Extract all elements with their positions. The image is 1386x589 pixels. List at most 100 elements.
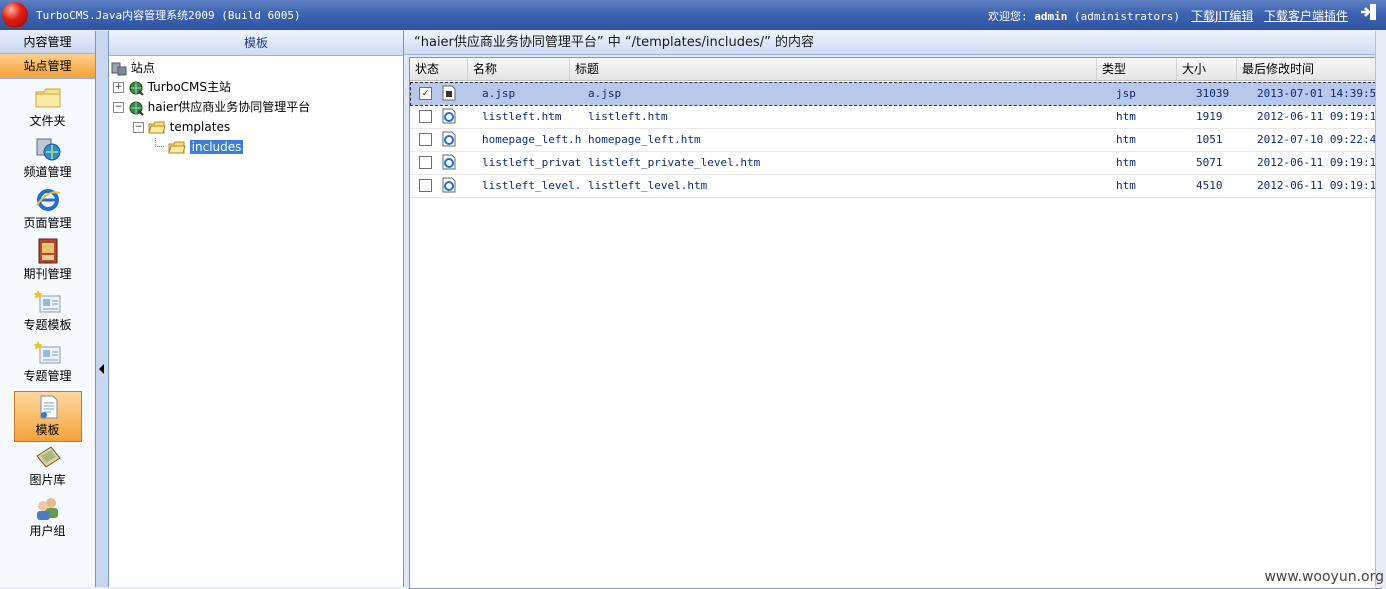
image-library-icon xyxy=(35,446,61,468)
nav-item-page[interactable]: 页面管理 xyxy=(15,187,81,236)
collapse-minus-icon[interactable]: − xyxy=(113,102,124,113)
globe-icon xyxy=(129,81,144,96)
user-group-icon xyxy=(36,498,58,520)
nav-item-channel[interactable]: 频道管理 xyxy=(15,136,81,185)
tree-panel-title: 模板 xyxy=(109,31,403,56)
col-title[interactable]: 标题 xyxy=(570,58,1097,80)
cell-modified: 2012-07-10 09:22:41 xyxy=(1257,133,1381,146)
nav-item-topic-manage[interactable]: 专题管理 xyxy=(15,340,81,389)
vertical-scrollbar[interactable] xyxy=(1375,31,1386,587)
col-status[interactable]: 状态 xyxy=(410,58,468,80)
col-modified[interactable]: 最后修改时间 xyxy=(1237,58,1381,80)
tree-node-templates[interactable]: − templates xyxy=(133,118,230,136)
nav-label: 页面管理 xyxy=(23,216,72,230)
table-row[interactable]: homepage_left.ht homepage_left.htm htm 1… xyxy=(410,128,1381,152)
download-jit-link[interactable]: 下载JIT编辑 xyxy=(1191,7,1253,24)
tree-node-includes[interactable]: includes xyxy=(155,138,244,156)
watermark-text: www.wooyun.org xyxy=(1264,569,1384,585)
cell-type: htm xyxy=(1116,110,1136,123)
cell-modified: 2012-06-11 09:19:12 xyxy=(1257,156,1381,169)
row-checkbox[interactable] xyxy=(419,133,432,146)
server-icon xyxy=(111,62,127,75)
col-name[interactable]: 名称 xyxy=(468,58,570,80)
panel-splitter[interactable] xyxy=(96,31,109,587)
cell-modified: 2012-06-11 09:19:12 xyxy=(1257,110,1381,123)
cell-type: htm xyxy=(1116,156,1136,169)
row-checkbox[interactable] xyxy=(419,156,432,169)
nav-item-image-library[interactable]: 图片库 xyxy=(15,444,81,493)
htm-file-icon xyxy=(442,108,456,124)
cell-name: a.jsp xyxy=(482,87,516,100)
logo-icon xyxy=(2,2,28,28)
globe-icon xyxy=(129,101,144,116)
tab-site-management[interactable]: 站点管理 xyxy=(0,54,95,79)
folder-icon xyxy=(35,88,60,108)
htm-file-icon xyxy=(442,131,456,147)
collapse-arrow-icon[interactable] xyxy=(99,364,104,374)
table-row[interactable]: listleft_level.h listleft_level.htm htm … xyxy=(410,174,1381,198)
nav-item-template[interactable]: 模板 xyxy=(13,391,82,442)
content-panel-title: “haier供应商业务协同管理平台” 中 “/templates/include… xyxy=(404,31,1386,55)
top-bar: TurboCMS.Java内容管理系统2009 (Build 6005) 欢迎您… xyxy=(0,0,1386,30)
grid-header: 状态 名称 标题 类型 大小 最后修改时间 xyxy=(410,58,1381,81)
welcome-prefix: 欢迎您: xyxy=(988,10,1028,23)
exit-icon[interactable] xyxy=(1358,2,1380,24)
user-role: (administrators) xyxy=(1074,10,1180,23)
template-tree-panel: 模板 站点 + TurboCMS主站 − haier供应商业务协同管理平台 − … xyxy=(109,31,404,587)
nav-item-folder[interactable]: 文件夹 xyxy=(15,85,81,134)
cell-modified: 2013-07-01 14:39:55 xyxy=(1257,87,1381,100)
nav-item-user-group[interactable]: 用户组 xyxy=(15,495,81,544)
tree-node-site-main[interactable]: + TurboCMS主站 xyxy=(113,78,231,96)
nav-label: 频道管理 xyxy=(23,165,72,179)
template-icon xyxy=(40,395,57,419)
jsp-file-icon xyxy=(442,85,456,101)
col-type[interactable]: 类型 xyxy=(1097,58,1177,80)
file-grid: 状态 名称 标题 类型 大小 最后修改时间 ✓ a.jsp a.jsp jsp … xyxy=(409,57,1382,589)
nav-label: 模板 xyxy=(35,423,60,437)
tree-connector xyxy=(155,138,164,147)
nav-item-topic-template[interactable]: 专题模板 xyxy=(15,289,81,338)
row-checkbox[interactable] xyxy=(419,179,432,192)
app-title: TurboCMS.Java内容管理系统2009 (Build 6005) xyxy=(36,9,301,22)
nav-label: 图片库 xyxy=(29,473,66,487)
tree-label-site-main: TurboCMS主站 xyxy=(147,80,232,94)
tab-content-management[interactable]: 内容管理 xyxy=(0,31,95,54)
tree-label-site-haier: haier供应商业务协同管理平台 xyxy=(147,100,311,114)
topic-manage-icon xyxy=(33,341,60,364)
content-panel: “haier供应商业务协同管理平台” 中 “/templates/include… xyxy=(404,31,1386,589)
magazine-icon xyxy=(38,238,57,264)
col-size[interactable]: 大小 xyxy=(1177,58,1237,80)
tree-label-root: 站点 xyxy=(130,61,155,75)
expand-plus-icon[interactable]: + xyxy=(113,82,124,93)
nav-label: 用户组 xyxy=(29,524,66,538)
download-plugin-link[interactable]: 下载客户端插件 xyxy=(1264,7,1348,24)
nav-label: 专题管理 xyxy=(23,369,72,383)
cell-size: 5071 xyxy=(1196,156,1223,169)
nav-label: 文件夹 xyxy=(29,114,66,128)
channel-icon xyxy=(36,138,60,161)
open-folder-icon xyxy=(148,121,166,133)
row-checkbox[interactable] xyxy=(419,110,432,123)
cell-title: a.jsp xyxy=(588,87,622,100)
cell-title: listleft.htm xyxy=(588,110,668,123)
cell-name: listleft_private xyxy=(482,156,582,169)
cell-name: listleft.htm xyxy=(482,110,562,123)
nav-label: 期刊管理 xyxy=(23,267,72,281)
table-row[interactable]: listleft.htm listleft.htm htm 1919 2012-… xyxy=(410,105,1381,129)
left-nav: 内容管理 站点管理 文件夹 频道管理 页面管理 期刊管理 专题模板 专题管理 模… xyxy=(0,31,96,587)
collapse-minus-icon[interactable]: − xyxy=(133,122,144,133)
tree-node-root[interactable]: 站点 xyxy=(111,59,155,77)
row-checkbox[interactable]: ✓ xyxy=(419,87,432,100)
tree-label-includes: includes xyxy=(189,140,244,154)
cell-size: 1051 xyxy=(1196,133,1223,146)
username: admin xyxy=(1034,10,1068,23)
welcome-text: 欢迎您: admin (administrators) xyxy=(988,8,1180,24)
htm-file-icon xyxy=(442,177,456,193)
htm-file-icon xyxy=(442,154,456,170)
table-row[interactable]: ✓ a.jsp a.jsp jsp 31039 2013-07-01 14:39… xyxy=(410,82,1381,106)
table-row[interactable]: listleft_private listleft_private_level.… xyxy=(410,151,1381,175)
cell-modified: 2012-06-11 09:19:12 xyxy=(1257,179,1381,192)
nav-item-magazine[interactable]: 期刊管理 xyxy=(15,238,81,287)
cell-size: 1919 xyxy=(1196,110,1223,123)
tree-node-site-haier[interactable]: − haier供应商业务协同管理平台 xyxy=(113,98,310,116)
